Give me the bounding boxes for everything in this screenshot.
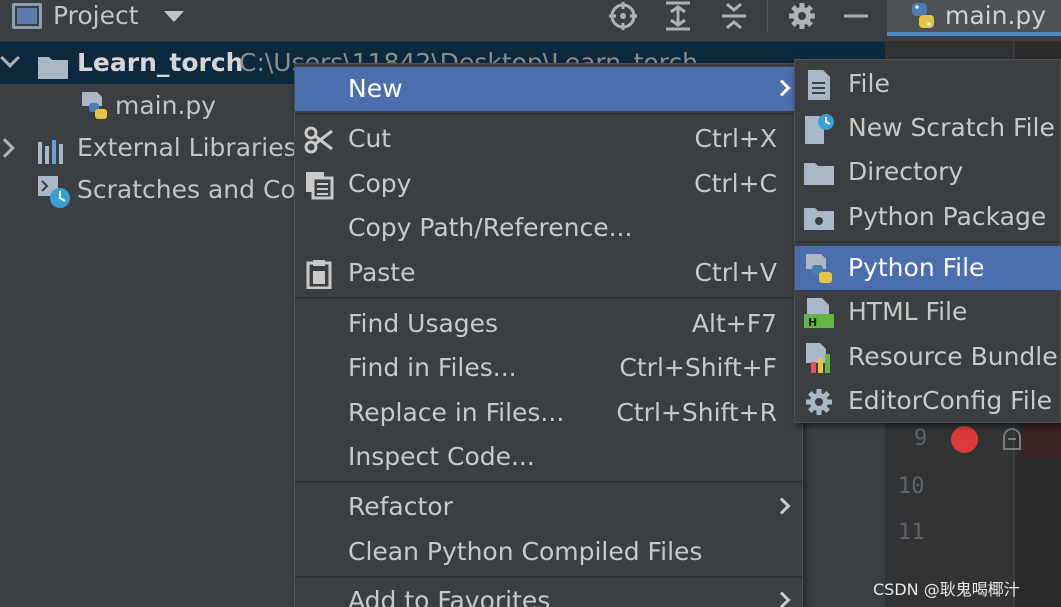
submenu-item-python-file[interactable]: Python File [795,246,1061,290]
menu-item-add-to-favorites[interactable]: Add to Favorites [295,579,802,607]
clipboard-icon [304,259,334,289]
chevron-down-icon[interactable] [164,11,184,22]
breakpoint-line-highlight [1023,422,1061,458]
submenu-item-resource-bundle[interactable]: Resource Bundle [795,335,1061,379]
scissors-icon [304,125,334,155]
svg-text:H: H [808,316,817,329]
chevron-down-icon[interactable] [0,48,20,68]
chevron-right-icon [773,79,791,97]
fold-marker-icon[interactable] [1003,428,1021,450]
package-icon [803,202,835,234]
submenu-item-python-package[interactable]: Python Package [795,195,1061,239]
folder-icon [803,157,835,189]
menu-item-clean-python[interactable]: Clean Python Compiled Files [295,530,802,574]
chevron-right-icon [773,591,791,607]
chevron-right-icon [773,497,791,515]
project-title[interactable]: Project [53,0,139,32]
html-file-icon: H [803,297,835,329]
project-toolbar: Project main.py [0,0,1061,42]
new-submenu: File New Scratch File Directory Python P… [794,59,1061,423]
scratch-file-icon [803,113,835,145]
submenu-item-new-scratch-file[interactable]: New Scratch File [795,106,1061,150]
menu-separator [295,481,802,483]
menu-item-new[interactable]: New [295,67,802,111]
python-icon [803,253,835,285]
gear-icon[interactable] [782,0,822,32]
menu-item-cut[interactable]: Cut Ctrl+X [295,117,802,161]
context-menu: New Cut Ctrl+X Copy Ctrl+C Copy Path/Ref… [294,63,803,607]
toolbar-divider [767,0,768,32]
menu-separator [295,113,802,115]
submenu-item-directory[interactable]: Directory [795,150,1061,194]
editor-tab-main-py[interactable]: main.py [887,0,1061,36]
tree-root-name: Learn_torch [77,48,244,77]
menu-item-replace-in-files[interactable]: Replace in Files... Ctrl+Shift+R [295,391,802,435]
menu-item-refactor[interactable]: Refactor [295,485,802,529]
menu-item-copy[interactable]: Copy Ctrl+C [295,162,802,206]
submenu-item-file[interactable]: File [795,62,1061,106]
menu-separator [295,576,802,578]
submenu-item-editorconfig-file[interactable]: EditorConfig File [795,379,1061,423]
active-tab-underline [887,32,1061,36]
menu-item-find-in-files[interactable]: Find in Files... Ctrl+Shift+F [295,346,802,390]
line-number: 11 [898,520,925,545]
tree-file-name: main.py [115,91,217,120]
python-icon [909,2,937,34]
menu-item-inspect-code[interactable]: Inspect Code... [295,435,802,479]
expand-all-icon[interactable] [658,0,698,32]
file-icon [803,69,835,101]
watermark: CSDN @耿鬼喝椰汁 [873,580,1020,599]
submenu-item-html-file[interactable]: H HTML File [795,290,1061,334]
collapse-all-icon[interactable] [714,0,754,32]
locate-icon[interactable] [603,0,643,32]
menu-item-copy-path[interactable]: Copy Path/Reference... [295,206,802,250]
menu-item-paste[interactable]: Paste Ctrl+V [295,251,802,295]
menu-separator [795,241,1060,243]
project-window-icon [12,3,42,29]
menu-item-find-usages[interactable]: Find Usages Alt+F7 [295,302,802,346]
minimize-icon[interactable] [836,0,876,32]
line-number: 9 [914,426,928,451]
gear-icon [803,386,835,418]
chevron-right-icon[interactable] [0,138,15,158]
resource-bundle-icon [803,342,835,374]
line-number: 10 [898,474,925,499]
editor-tab-label: main.py [945,1,1047,30]
copy-icon [304,170,334,200]
tree-external-libraries-label: External Libraries [77,133,297,162]
scratches-icon [37,175,71,222]
menu-separator [295,297,802,299]
breakpoint-icon[interactable] [951,426,978,453]
